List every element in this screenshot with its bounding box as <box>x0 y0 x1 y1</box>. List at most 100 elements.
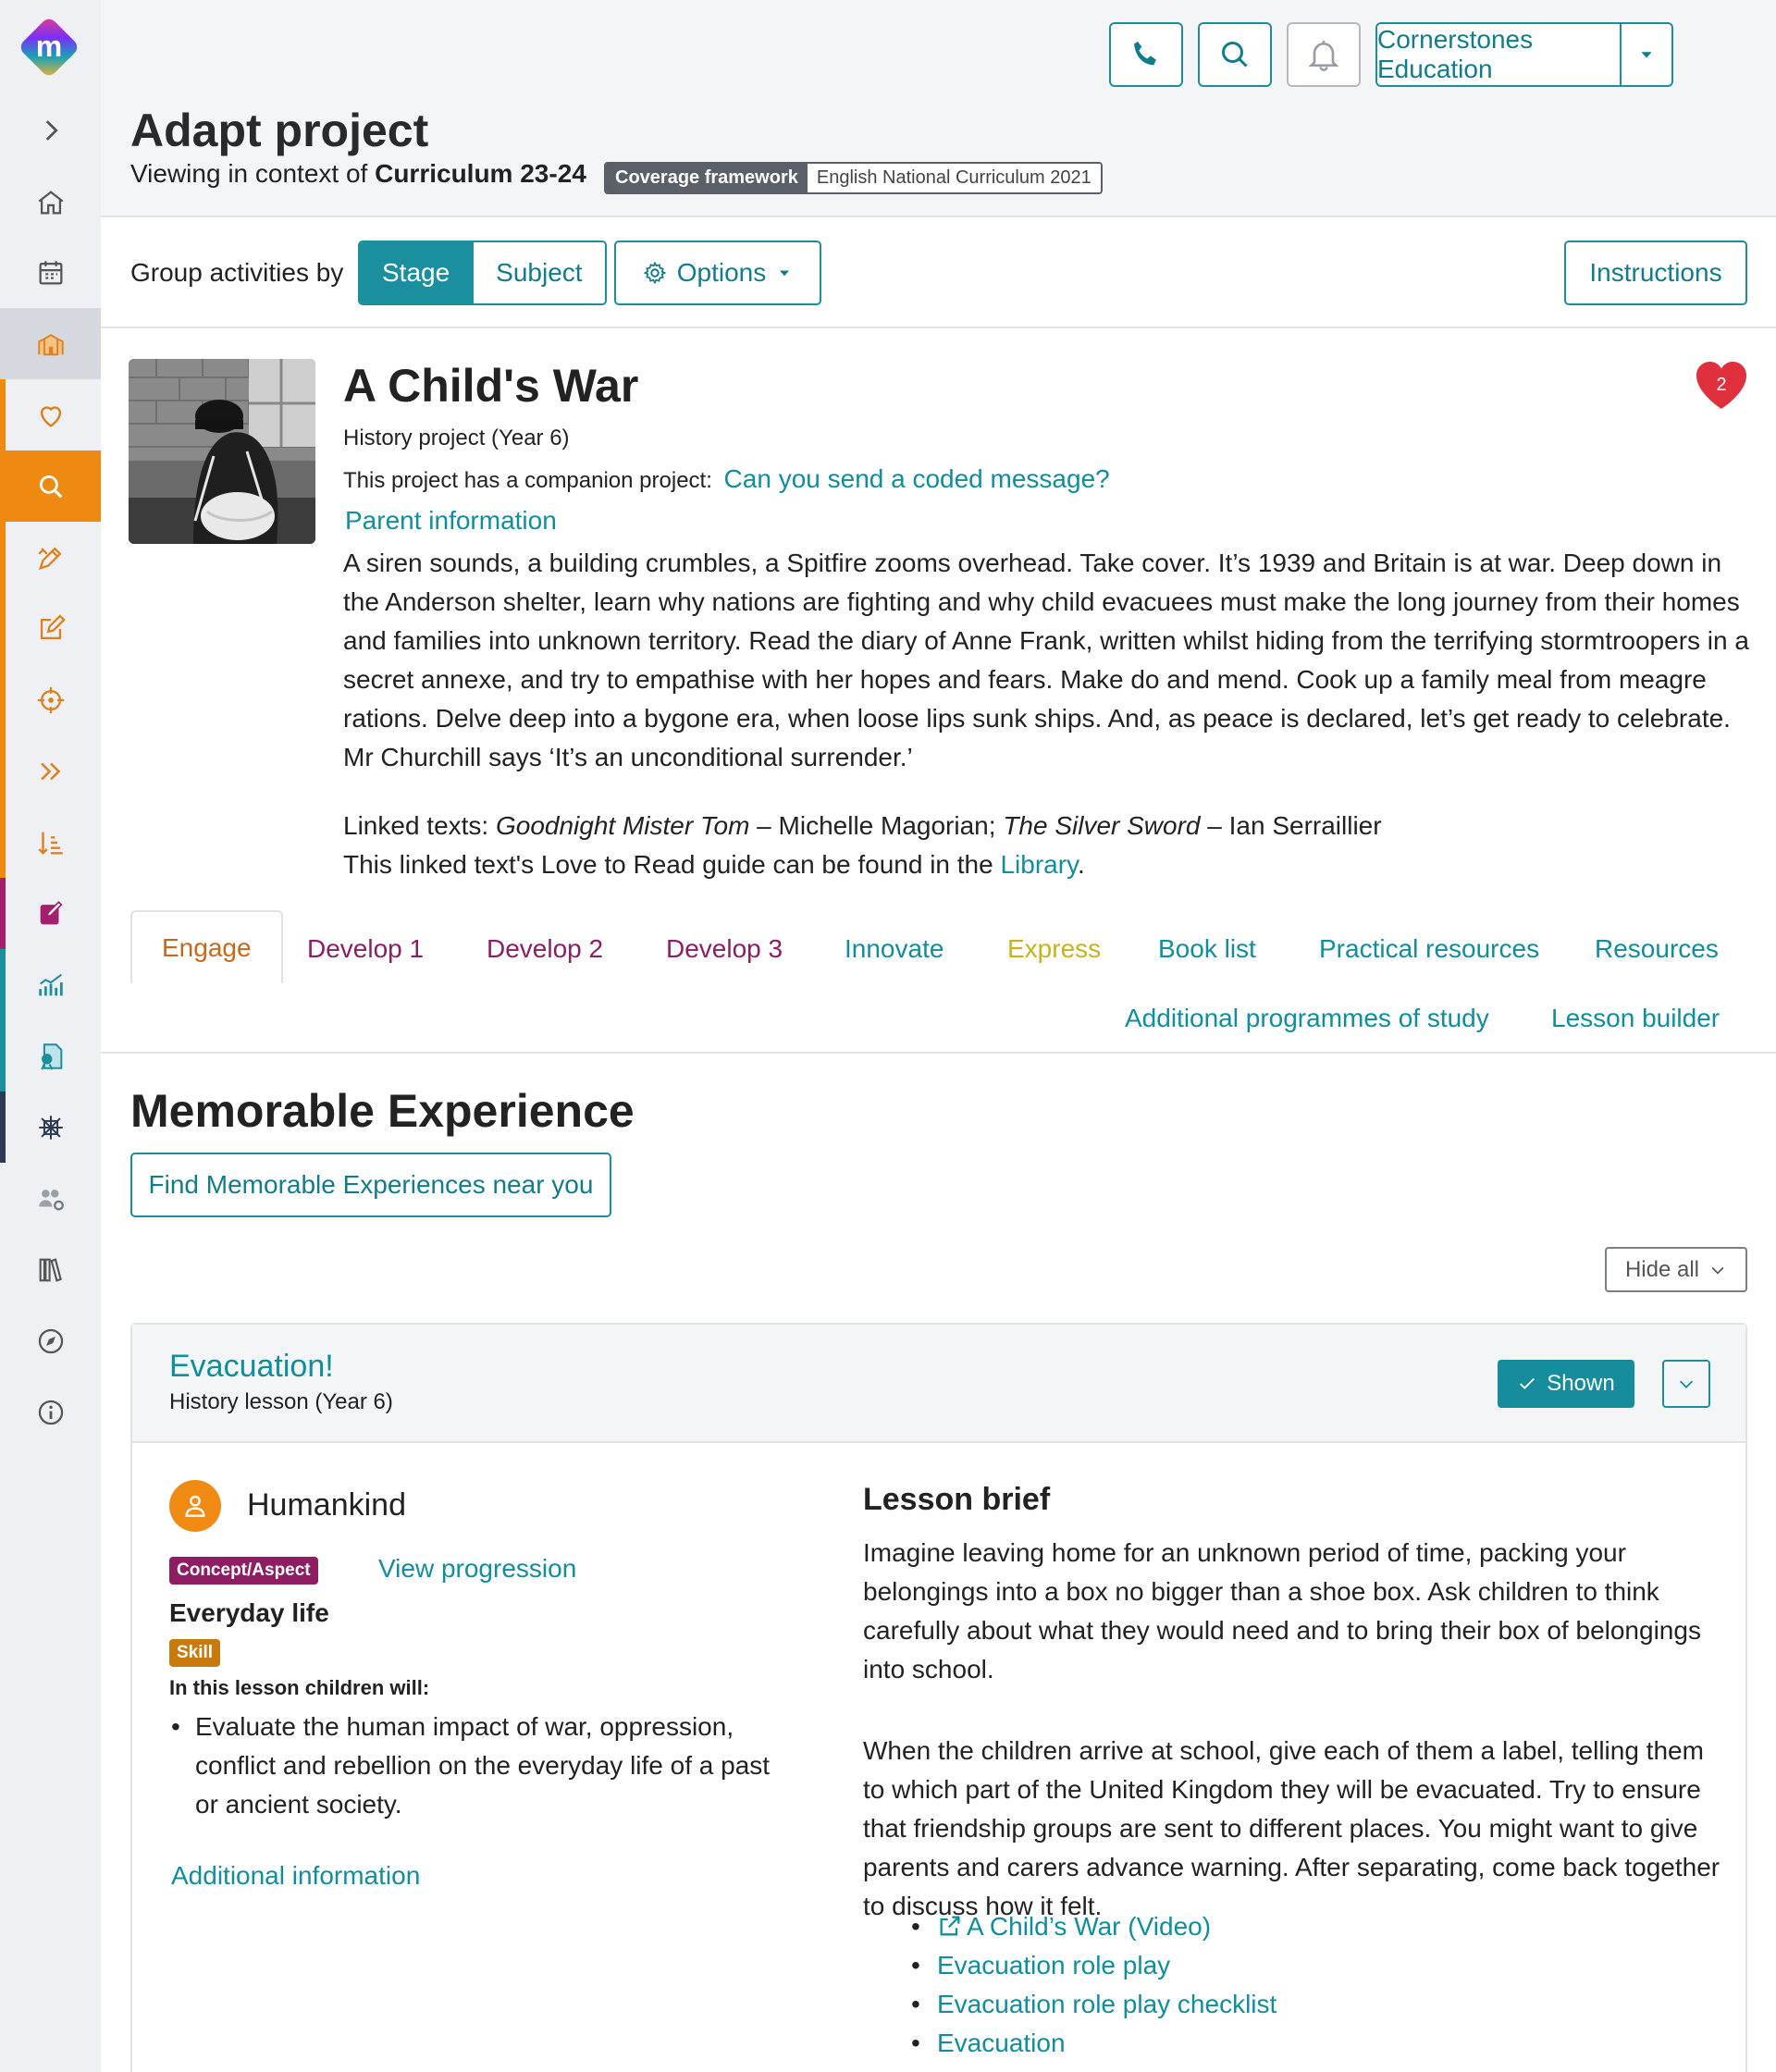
additional-information-link[interactable]: Additional information <box>171 1861 420 1891</box>
sidebar-item-calendar[interactable] <box>0 237 101 308</box>
tab-engage[interactable]: Engage <box>130 910 283 983</box>
tab-book-list[interactable]: Book list <box>1158 934 1256 964</box>
sidebar-item-search[interactable] <box>0 450 101 522</box>
sidebar-item-progress[interactable] <box>0 735 101 807</box>
coverage-framework-badge: Coverage framework English National Curr… <box>604 162 1103 194</box>
linked-author-1: – Michelle Magorian; <box>749 811 1004 840</box>
shown-toggle-button[interactable]: Shown <box>1498 1360 1634 1408</box>
tab-develop-2[interactable]: Develop 2 <box>487 934 603 964</box>
design-pencil-icon <box>37 546 62 570</box>
person-icon <box>185 1495 205 1517</box>
notifications-button[interactable] <box>1287 22 1361 87</box>
sidebar-item-home[interactable] <box>0 166 101 238</box>
lesson-expand-button[interactable] <box>1662 1360 1710 1408</box>
section-title: Memorable Experience <box>130 1085 635 1137</box>
lesson-brief-paragraph: When the children arrive at school, give… <box>863 1736 1720 1920</box>
group-by-stage-button[interactable]: Stage <box>360 242 473 303</box>
library-icon <box>39 1257 62 1282</box>
page-header: Cornerstones Education Adapt project Vie… <box>101 0 1776 217</box>
sidebar-item-notes[interactable] <box>0 878 101 949</box>
linked-author-2: – Ian Serraillier <box>1200 811 1382 840</box>
phone-button[interactable] <box>1109 22 1183 87</box>
parent-information-link[interactable]: Parent information <box>345 506 557 536</box>
group-activities-label: Group activities by <box>130 258 344 287</box>
resource-link[interactable]: Evacuation <box>911 2024 1276 2063</box>
external-link-icon <box>940 1916 960 1936</box>
resource-link[interactable]: Evacuation role play checklist <box>911 1985 1276 2024</box>
favourite-heart-button[interactable]: 2 <box>1694 359 1749 413</box>
search-icon <box>39 475 62 498</box>
aspect-title: Everyday life <box>169 1598 329 1627</box>
coverage-value: English National Curriculum 2021 <box>807 164 1101 192</box>
expand-sidebar-button[interactable] <box>0 94 101 166</box>
tab-practical-resources[interactable]: Practical resources <box>1319 934 1539 964</box>
library-link[interactable]: Library <box>1000 850 1078 879</box>
sidebar-item-school[interactable] <box>0 308 101 379</box>
group-by-toggle: Stage Subject <box>358 240 607 305</box>
project-thumbnail <box>129 359 315 544</box>
sidebar-item-assessment[interactable] <box>0 1020 101 1092</box>
hide-all-button[interactable]: Hide all <box>1605 1247 1747 1292</box>
chevron-down-icon <box>1679 1380 1694 1388</box>
context-value: Curriculum 23-24 <box>375 159 586 188</box>
chart-icon <box>38 973 63 995</box>
lesson-card: Evacuation! History lesson (Year 6) Show… <box>130 1323 1747 2072</box>
sidebar-item-design[interactable] <box>0 522 101 593</box>
tab-develop-1[interactable]: Develop 1 <box>307 934 424 964</box>
sidebar-item-explore[interactable] <box>0 1305 101 1376</box>
sidebar-item-analytics[interactable] <box>0 949 101 1020</box>
network-icon <box>38 1115 63 1140</box>
edit-icon <box>40 613 66 639</box>
resource-link[interactable]: A Child’s War (Video) <box>911 1907 1276 1946</box>
sidebar-item-users[interactable] <box>0 1163 101 1234</box>
tab-lesson-builder[interactable]: Lesson builder <box>1551 1004 1720 1033</box>
group-by-subject-button[interactable]: Subject <box>472 242 605 303</box>
sidebar-item-network[interactable] <box>0 1092 101 1163</box>
linked-texts: Linked texts: Goodnight Mister Tom – Mic… <box>343 807 1749 884</box>
bell-icon <box>1308 41 1339 71</box>
app-logo[interactable]: m <box>16 14 82 80</box>
tab-resources[interactable]: Resources <box>1595 934 1719 964</box>
sidebar-item-target[interactable] <box>0 664 101 735</box>
curriculum-context: Viewing in context of Curriculum 23-24 <box>130 159 586 189</box>
organisation-name[interactable]: Cornerstones Education <box>1377 24 1622 85</box>
project-description: A siren sounds, a building crumbles, a S… <box>343 549 1749 771</box>
tab-innovate[interactable]: Innovate <box>845 934 944 964</box>
organisation-dropdown-toggle[interactable] <box>1622 24 1671 85</box>
heart-icon: 2 <box>1696 362 1746 409</box>
instructions-button[interactable]: Instructions <box>1564 240 1747 305</box>
love-to-read-text: This linked text's Love to Read guide ca… <box>343 850 993 879</box>
organisation-switcher[interactable]: Cornerstones Education <box>1375 22 1673 87</box>
companion-project-link[interactable]: Can you send a coded message? <box>724 464 1110 493</box>
resource-link-label: A Child’s War (Video) <box>967 1912 1212 1941</box>
guide-end: . <box>1078 850 1085 879</box>
sidebar-item-sort[interactable] <box>0 807 101 878</box>
sidebar-item-info[interactable] <box>0 1376 101 1448</box>
sidebar-item-library[interactable] <box>0 1234 101 1305</box>
caret-down-icon <box>780 270 790 277</box>
concept-aspect-badge: Concept/Aspect <box>169 1557 318 1585</box>
resource-link[interactable]: Evacuation role play <box>911 1946 1276 1985</box>
grouping-toolbar: Group activities by Stage Subject Option… <box>101 219 1776 328</box>
tab-additional-programmes[interactable]: Additional programmes of study <box>1125 1004 1489 1033</box>
lesson-resources-list: A Child’s War (Video) Evacuation role pl… <box>911 1907 1276 2063</box>
skill-badge: Skill <box>169 1639 221 1667</box>
find-experiences-button[interactable]: Find Memorable Experiences near you <box>130 1153 611 1217</box>
page-title: Adapt project <box>130 105 429 156</box>
chevron-right-icon <box>45 119 58 141</box>
outcomes-heading: In this lesson children will: <box>169 1676 430 1699</box>
sidebar: m <box>0 0 101 2072</box>
sidebar-item-favourites[interactable] <box>0 379 101 450</box>
header-search-button[interactable] <box>1198 22 1272 87</box>
chevron-down-icon <box>1711 1266 1724 1275</box>
tab-develop-3[interactable]: Develop 3 <box>666 934 783 964</box>
gear-icon <box>643 261 667 285</box>
view-progression-link[interactable]: View progression <box>378 1554 576 1584</box>
tab-express[interactable]: Express <box>1007 934 1101 964</box>
search-icon <box>1222 42 1248 68</box>
hide-all-label: Hide all <box>1624 1256 1700 1282</box>
project-tabs: Engage Develop 1 Develop 2 Develop 3 Inn… <box>101 910 1776 1054</box>
lesson-title[interactable]: Evacuation! <box>169 1349 334 1385</box>
sidebar-item-edit[interactable] <box>0 593 101 664</box>
options-button[interactable]: Options <box>614 240 821 305</box>
